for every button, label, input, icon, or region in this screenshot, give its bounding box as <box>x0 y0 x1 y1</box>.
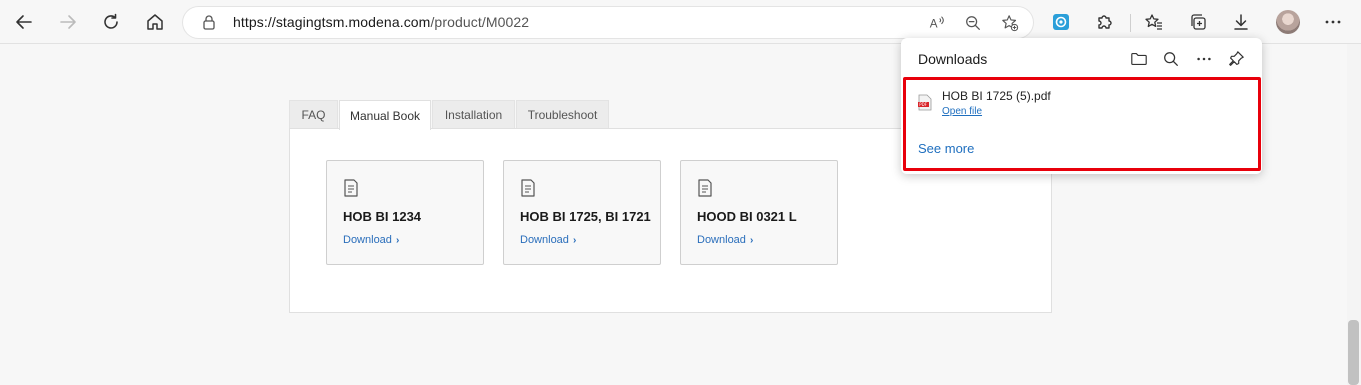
lock-icon[interactable] <box>201 14 217 30</box>
extension-blue-icon <box>1053 14 1069 30</box>
home-icon <box>147 14 163 30</box>
toolbar-separator <box>1130 14 1131 32</box>
tab-troubleshoot[interactable]: Troubleshoot <box>516 100 609 129</box>
arrow-right-icon <box>60 15 76 29</box>
back-button[interactable] <box>8 6 40 38</box>
manual-card: HOOD BI 0321 L Download › <box>680 160 838 265</box>
document-icon <box>521 179 535 197</box>
open-file-link[interactable]: Open file <box>942 106 982 117</box>
downloads-more-button[interactable] <box>1194 49 1214 69</box>
url-host: https://stagingtsm.modena.com <box>233 14 431 30</box>
downloads-title: Downloads <box>918 51 988 67</box>
tab-installation[interactable]: Installation <box>432 100 515 129</box>
download-item[interactable]: PDF HOB BI 1725 (5).pdf Open file <box>918 86 1248 122</box>
document-icon <box>344 179 358 197</box>
collections-icon <box>1191 14 1206 30</box>
card-title: HOB BI 1725, BI 1721 <box>520 209 651 224</box>
more-horizontal-icon <box>1197 57 1211 61</box>
profile-avatar[interactable] <box>1276 10 1300 34</box>
url-text[interactable]: https://stagingtsm.modena.com/product/M0… <box>233 14 529 30</box>
svg-text:A: A <box>930 18 938 31</box>
download-link[interactable]: Download <box>343 234 392 246</box>
extensions-button[interactable] <box>1089 6 1121 38</box>
favorites-icon <box>1145 14 1162 30</box>
card-title: HOB BI 1234 <box>343 209 422 224</box>
star-add-icon <box>1002 15 1019 32</box>
address-bar[interactable]: https://stagingtsm.modena.com/product/M0… <box>183 7 1033 38</box>
download-link[interactable]: Download <box>697 234 746 246</box>
tab-manual-book[interactable]: Manual Book <box>339 100 431 130</box>
zoom-out-icon <box>966 16 980 30</box>
read-aloud-icon: A <box>930 16 944 31</box>
tab-faq[interactable]: FAQ <box>289 100 338 129</box>
download-icon <box>1234 14 1248 30</box>
document-icon <box>698 179 712 197</box>
chevron-right-icon: › <box>750 235 754 246</box>
refresh-button[interactable] <box>95 6 127 38</box>
favorites-button[interactable] <box>1138 6 1170 38</box>
downloads-button[interactable] <box>1225 6 1257 38</box>
puzzle-icon <box>1098 15 1112 29</box>
url-path: /product/M0022 <box>430 14 530 30</box>
open-folder-button[interactable] <box>1129 49 1149 69</box>
pdf-file-icon: PDF <box>918 94 932 111</box>
manual-card: HOB BI 1725, BI 1721 Download › <box>503 160 661 265</box>
pin-icon <box>1229 51 1244 66</box>
download-link[interactable]: Download <box>520 234 569 246</box>
chevron-right-icon: › <box>573 235 577 246</box>
card-title: HOOD BI 0321 L <box>697 209 797 224</box>
forward-button[interactable] <box>52 6 84 38</box>
search-icon <box>1164 52 1178 66</box>
refresh-icon <box>104 13 118 29</box>
scrollbar-thumb[interactable] <box>1348 320 1359 385</box>
manual-card: HOB BI 1234 Download › <box>326 160 484 265</box>
add-favorite-button[interactable] <box>1000 13 1020 33</box>
chevron-right-icon: › <box>396 235 400 246</box>
settings-menu-button[interactable] <box>1317 6 1349 38</box>
see-more-link[interactable]: See more <box>918 141 974 156</box>
more-horizontal-icon <box>1325 20 1341 24</box>
read-aloud-button[interactable]: A <box>927 13 947 33</box>
download-filename: HOB BI 1725 (5).pdf <box>942 89 1051 103</box>
folder-icon <box>1131 53 1147 65</box>
zoom-button[interactable] <box>963 13 983 33</box>
svg-text:PDF: PDF <box>919 102 927 107</box>
search-downloads-button[interactable] <box>1161 49 1181 69</box>
home-button[interactable] <box>139 6 171 38</box>
collections-button[interactable] <box>1182 6 1214 38</box>
arrow-left-icon <box>16 15 32 29</box>
pin-button[interactable] <box>1226 49 1246 69</box>
extension-button[interactable] <box>1045 6 1077 38</box>
